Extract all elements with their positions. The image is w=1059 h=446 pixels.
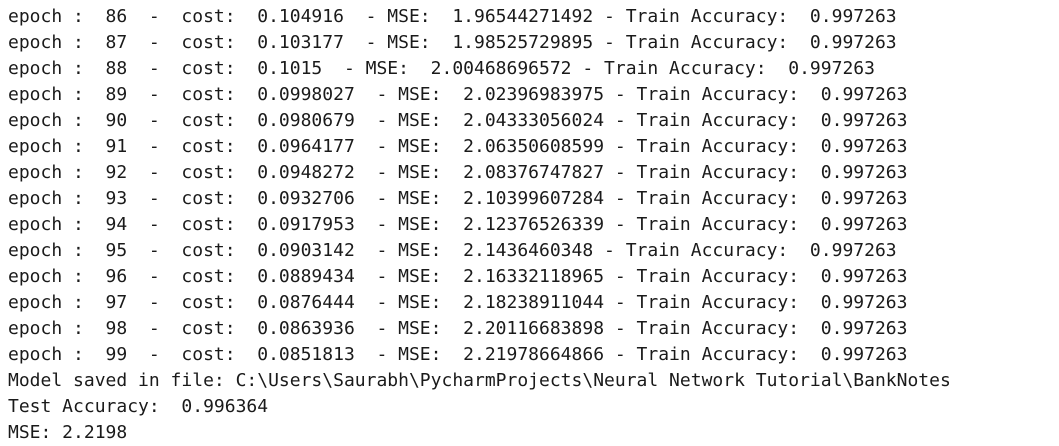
log-line-epoch-90: epoch : 90 - cost: 0.0980679 - MSE: 2.04… — [8, 110, 908, 131]
console-output: epoch : 86 - cost: 0.104916 - MSE: 1.965… — [0, 0, 1059, 444]
log-line-epoch-93: epoch : 93 - cost: 0.0932706 - MSE: 2.10… — [8, 188, 908, 209]
log-line-epoch-96: epoch : 96 - cost: 0.0889434 - MSE: 2.16… — [8, 266, 908, 287]
log-line-epoch-86: epoch : 86 - cost: 0.104916 - MSE: 1.965… — [8, 6, 897, 27]
log-line-epoch-87: epoch : 87 - cost: 0.103177 - MSE: 1.985… — [8, 32, 897, 53]
log-line-epoch-91: epoch : 91 - cost: 0.0964177 - MSE: 2.06… — [8, 136, 908, 157]
log-line-epoch-95: epoch : 95 - cost: 0.0903142 - MSE: 2.14… — [8, 240, 897, 261]
log-line-test-accuracy: Test Accuracy: 0.996364 — [8, 396, 269, 417]
log-line-model-saved: Model saved in file: C:\Users\Saurabh\Py… — [8, 370, 951, 391]
log-line-epoch-88: epoch : 88 - cost: 0.1015 - MSE: 2.00468… — [8, 58, 875, 79]
log-line-epoch-98: epoch : 98 - cost: 0.0863936 - MSE: 2.20… — [8, 318, 908, 339]
log-line-epoch-94: epoch : 94 - cost: 0.0917953 - MSE: 2.12… — [8, 214, 908, 235]
log-line-epoch-89: epoch : 89 - cost: 0.0998027 - MSE: 2.02… — [8, 84, 908, 105]
log-line-epoch-92: epoch : 92 - cost: 0.0948272 - MSE: 2.08… — [8, 162, 908, 183]
log-line-epoch-97: epoch : 97 - cost: 0.0876444 - MSE: 2.18… — [8, 292, 908, 313]
log-line-mse: MSE: 2.2198 — [8, 422, 128, 443]
log-line-epoch-99: epoch : 99 - cost: 0.0851813 - MSE: 2.21… — [8, 344, 908, 365]
